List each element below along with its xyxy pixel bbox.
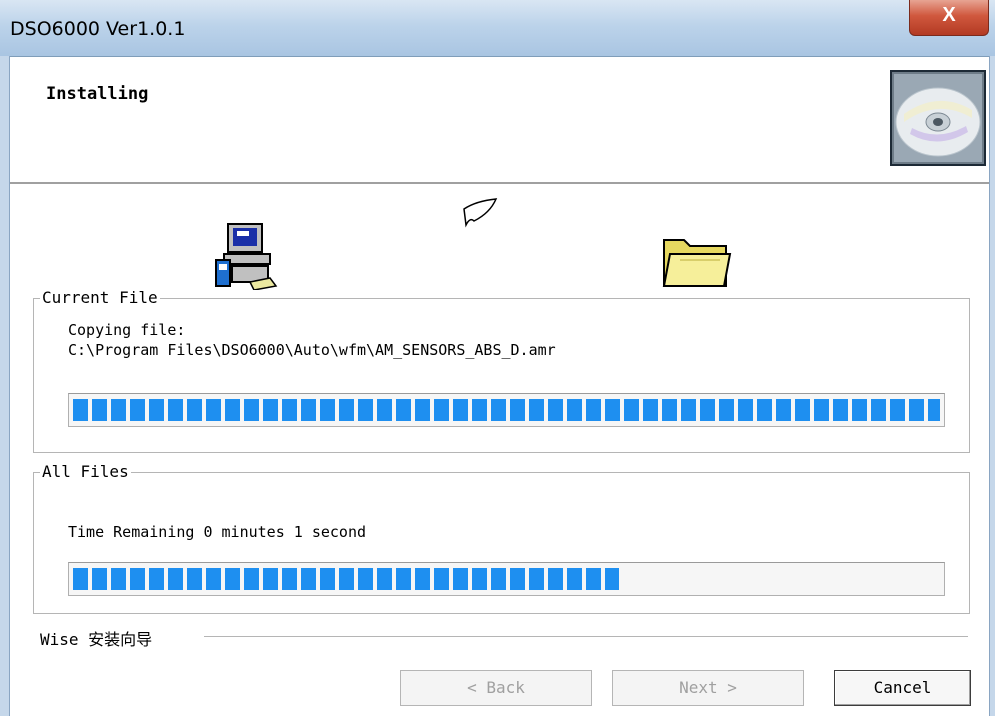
time-remaining-text: Time Remaining 0 minutes 1 second <box>68 523 367 541</box>
header-panel: Installing <box>10 62 989 184</box>
all-files-progress-fill <box>73 568 619 590</box>
wise-brand-label: Wise 安装向导 <box>40 630 153 649</box>
cancel-button[interactable]: Cancel <box>834 670 971 706</box>
all-files-group: All Files Time Remaining 0 minutes 1 sec… <box>33 462 970 614</box>
current-file-group: Current File Copying file: C:\Program Fi… <box>33 288 970 453</box>
close-icon: X <box>942 4 956 26</box>
page-title: Installing <box>46 84 149 104</box>
window-frame-right <box>989 56 995 716</box>
window-title: DSO6000 Ver1.0.1 <box>10 18 186 40</box>
copying-label: Copying file: <box>68 321 186 339</box>
close-button[interactable]: X <box>909 0 989 36</box>
current-file-progress-fill <box>73 399 940 421</box>
computer-icon <box>215 223 278 290</box>
all-files-progress-bar <box>68 562 945 596</box>
back-button[interactable]: < Back <box>400 670 592 706</box>
current-file-progress-bar <box>68 393 945 427</box>
folder-icon <box>662 239 732 287</box>
window-frame-left <box>0 56 10 716</box>
cd-disc-icon <box>890 70 986 166</box>
current-file-path: C:\Program Files\DSO6000\Auto\wfm\AM_SEN… <box>68 341 556 359</box>
flying-paper-icon <box>463 198 498 228</box>
current-file-legend: Current File <box>40 288 160 307</box>
all-files-legend: All Files <box>40 462 131 481</box>
footer-divider <box>204 636 968 637</box>
title-bar: DSO6000 Ver1.0.1 X <box>0 0 995 57</box>
next-button[interactable]: Next > <box>612 670 804 706</box>
